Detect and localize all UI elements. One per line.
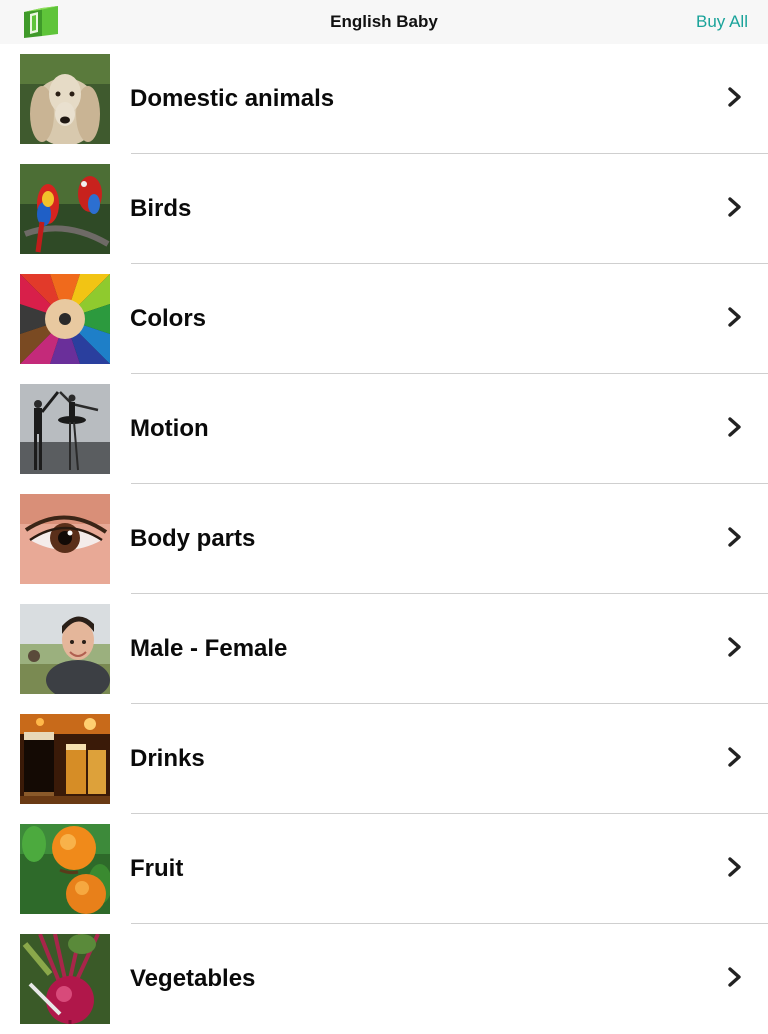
category-list: Domestic animals Birds Colors Motion Bod… xyxy=(0,44,768,1034)
chevron-right-icon xyxy=(728,527,741,547)
chevron-right-icon xyxy=(728,87,741,107)
beer-glasses-thumbnail xyxy=(20,714,110,804)
chevron-right-icon xyxy=(728,417,741,437)
chevron-right-icon xyxy=(728,857,741,877)
list-item[interactable]: Male - Female xyxy=(0,594,768,704)
category-label: Male - Female xyxy=(130,635,288,662)
chevron-right-icon xyxy=(728,307,741,327)
buy-all-button[interactable]: Buy All xyxy=(696,12,748,32)
category-label: Colors xyxy=(130,305,207,332)
eye-thumbnail xyxy=(20,494,110,584)
category-label: Birds xyxy=(130,195,192,222)
afghan-hound-thumbnail xyxy=(20,54,110,144)
chevron-right-icon xyxy=(728,637,741,657)
chevron-right-icon xyxy=(728,747,741,767)
category-label: Body parts xyxy=(130,525,256,552)
beetroot-thumbnail xyxy=(20,934,110,1024)
category-label: Fruit xyxy=(130,855,184,882)
category-label: Domestic animals xyxy=(130,85,335,112)
list-item[interactable]: Birds xyxy=(0,154,768,264)
list-item[interactable]: Fruit xyxy=(0,814,768,924)
list-item[interactable]: Drinks xyxy=(0,704,768,814)
list-item[interactable]: Vegetables xyxy=(0,924,768,1034)
chevron-right-icon xyxy=(728,197,741,217)
navigation-bar: English Baby Buy All xyxy=(0,0,768,44)
list-item[interactable]: Body parts xyxy=(0,484,768,594)
category-label: Vegetables xyxy=(130,965,256,992)
list-item[interactable]: Motion xyxy=(0,374,768,484)
category-label: Motion xyxy=(130,415,209,442)
colored-pencils-thumbnail xyxy=(20,274,110,364)
list-item[interactable]: Colors xyxy=(0,264,768,374)
category-label: Drinks xyxy=(130,745,205,772)
apricots-thumbnail xyxy=(20,824,110,914)
chevron-right-icon xyxy=(728,967,741,987)
ballet-dancers-thumbnail xyxy=(20,384,110,474)
list-item[interactable]: Domestic animals xyxy=(0,44,768,154)
page-title: English Baby xyxy=(330,12,438,31)
man-portrait-thumbnail xyxy=(20,604,110,694)
parrots-thumbnail xyxy=(20,164,110,254)
